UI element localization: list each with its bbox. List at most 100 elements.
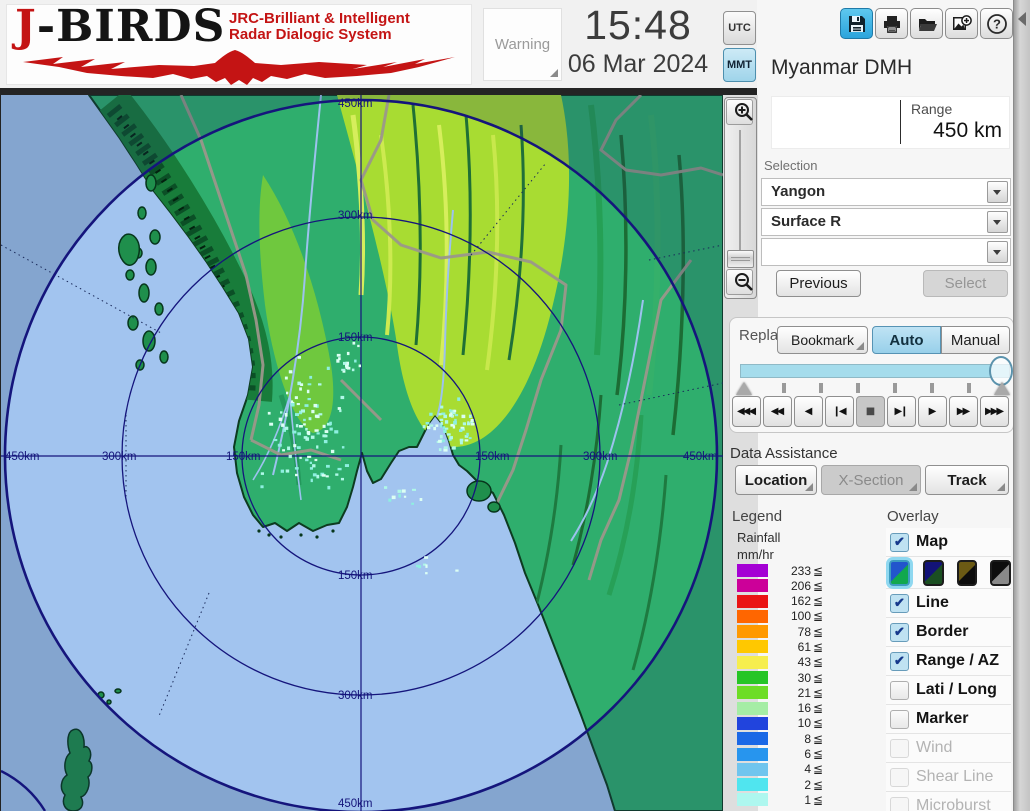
lte-symbol: ≦	[813, 778, 825, 792]
location-button[interactable]: Location	[735, 465, 817, 495]
auto-button[interactable]: Auto	[872, 326, 941, 354]
print-button[interactable]	[875, 8, 908, 39]
elevation-dropdown[interactable]	[761, 238, 1011, 266]
legend-value: 43	[768, 655, 813, 669]
playback-button-1[interactable]: ◀◀	[763, 396, 792, 427]
overlay-item-range-az[interactable]: ✔ Range / AZ	[886, 647, 1011, 676]
map-style-swatch[interactable]	[889, 560, 910, 586]
echo-pixel	[445, 420, 448, 424]
select-button[interactable]: Select	[923, 270, 1008, 297]
overlay-item-shear-line: Shear Line	[886, 763, 1011, 792]
playback-button-8[interactable]: ▶▶▶	[980, 396, 1009, 427]
checkbox[interactable]: ✔	[890, 533, 909, 552]
overlay-item-marker[interactable]: Marker	[886, 705, 1011, 734]
checkbox[interactable]: ✔	[890, 594, 909, 613]
chevron-down-icon[interactable]	[987, 211, 1008, 233]
zoom-slider-track[interactable]	[739, 130, 741, 252]
open-folder-button[interactable]	[910, 8, 943, 39]
playback-button-4[interactable]: ■	[856, 396, 885, 427]
overlay-label: Range / AZ	[916, 652, 999, 670]
overlay-item-map[interactable]: ✔Map	[886, 528, 1011, 557]
echo-pixel	[304, 436, 308, 439]
map-style-swatch[interactable]	[990, 560, 1011, 586]
overlay-item-border[interactable]: ✔Border	[886, 618, 1011, 647]
playback-button-5[interactable]: ▶❙	[887, 396, 916, 427]
legend-color-swatch	[737, 748, 768, 761]
echo-pixel	[398, 494, 401, 498]
previous-button[interactable]: Previous	[776, 270, 861, 297]
legend-row: 6≦	[737, 748, 825, 761]
map-style-swatch[interactable]	[923, 560, 944, 586]
echo-pixel	[435, 424, 438, 427]
echo-pixel	[447, 433, 451, 435]
echo-pixel	[323, 425, 326, 428]
playback-button-2[interactable]: ◀	[794, 396, 823, 427]
echo-pixel	[312, 464, 315, 467]
ring-label: 300km	[338, 690, 373, 702]
overlay-item-line[interactable]: ✔Line	[886, 589, 1011, 618]
clock-date: 06 Mar 2024	[556, 50, 720, 79]
echo-pixel	[334, 430, 338, 433]
tz-mmt-button[interactable]: MMT	[723, 48, 756, 82]
track-button[interactable]: Track	[925, 465, 1009, 495]
lte-symbol: ≦	[813, 732, 825, 746]
checkbox[interactable]	[890, 681, 909, 700]
lte-symbol: ≦	[813, 625, 825, 639]
overlay-item-lati-long[interactable]: Lati / Long	[886, 676, 1011, 705]
lte-symbol: ≦	[813, 579, 825, 593]
legend-color-swatch	[737, 640, 768, 653]
overlay-label: Microburst	[916, 797, 991, 811]
help-button[interactable]: ?	[980, 8, 1013, 39]
radar-map[interactable]: 450km300km150km150km300km450km450km300km…	[0, 95, 723, 811]
panel-splitter[interactable]	[1013, 0, 1030, 811]
zoom-out-button[interactable]	[726, 269, 753, 295]
legend-row: 78≦	[737, 625, 825, 638]
echo-pixel	[311, 479, 313, 482]
chevron-down-icon[interactable]	[987, 181, 1008, 203]
playback-button-7[interactable]: ▶▶	[949, 396, 978, 427]
logo-subtitle: JRC-Brilliant & Intelligent Radar Dialog…	[229, 11, 410, 43]
x-section-button[interactable]: X-Section	[821, 465, 921, 495]
echo-pixel	[273, 439, 277, 441]
slider-end-marker[interactable]	[994, 382, 1010, 395]
playback-button-6[interactable]: ▶	[918, 396, 947, 427]
checkbox[interactable]	[890, 710, 909, 729]
playback-button-3[interactable]: ❙◀	[825, 396, 854, 427]
playback-buttons: ◀◀◀◀◀◀❙◀■▶❙▶▶▶▶▶▶	[732, 396, 1009, 427]
map-style-swatch[interactable]	[957, 560, 978, 586]
slider-tick	[967, 383, 971, 393]
echo-pixel	[308, 383, 312, 385]
checkbox	[890, 739, 909, 758]
checkbox[interactable]: ✔	[890, 652, 909, 671]
save-button[interactable]	[840, 8, 873, 39]
echo-pixel	[418, 565, 421, 568]
zoom-in-button[interactable]	[726, 99, 753, 125]
chevron-down-icon[interactable]	[987, 241, 1008, 263]
overlay-label: Shear Line	[916, 768, 993, 786]
echo-pixel	[424, 556, 428, 559]
lte-symbol: ≦	[813, 716, 825, 730]
legend-color-swatch	[737, 686, 768, 699]
add-image-button[interactable]	[945, 8, 978, 39]
site-dropdown[interactable]: Yangon	[761, 178, 1011, 206]
echo-pixel	[326, 465, 330, 468]
radar-map-canvas[interactable]: 450km300km150km150km300km450km450km300km…	[1, 95, 723, 811]
echo-pixel	[462, 415, 466, 418]
checkbox[interactable]: ✔	[890, 623, 909, 642]
collapse-left-icon[interactable]	[1018, 12, 1026, 26]
echo-pixel	[330, 428, 333, 431]
replay-slider-track[interactable]	[740, 364, 1010, 378]
echo-pixel	[293, 444, 296, 447]
zoom-slider-thumb[interactable]	[727, 250, 754, 268]
echo-pixel	[460, 439, 464, 442]
echo-pixel	[286, 392, 288, 395]
manual-button[interactable]: Manual	[941, 326, 1010, 354]
product-dropdown[interactable]: Surface R	[761, 208, 1011, 236]
slider-start-marker[interactable]	[736, 382, 752, 395]
warning-button[interactable]: Warning	[483, 8, 562, 81]
bookmark-button[interactable]: Bookmark	[777, 326, 868, 354]
zoom-in-icon	[733, 101, 755, 123]
playback-button-0[interactable]: ◀◀◀	[732, 396, 761, 427]
tz-utc-button[interactable]: UTC	[723, 11, 756, 45]
echo-pixel	[280, 411, 282, 413]
